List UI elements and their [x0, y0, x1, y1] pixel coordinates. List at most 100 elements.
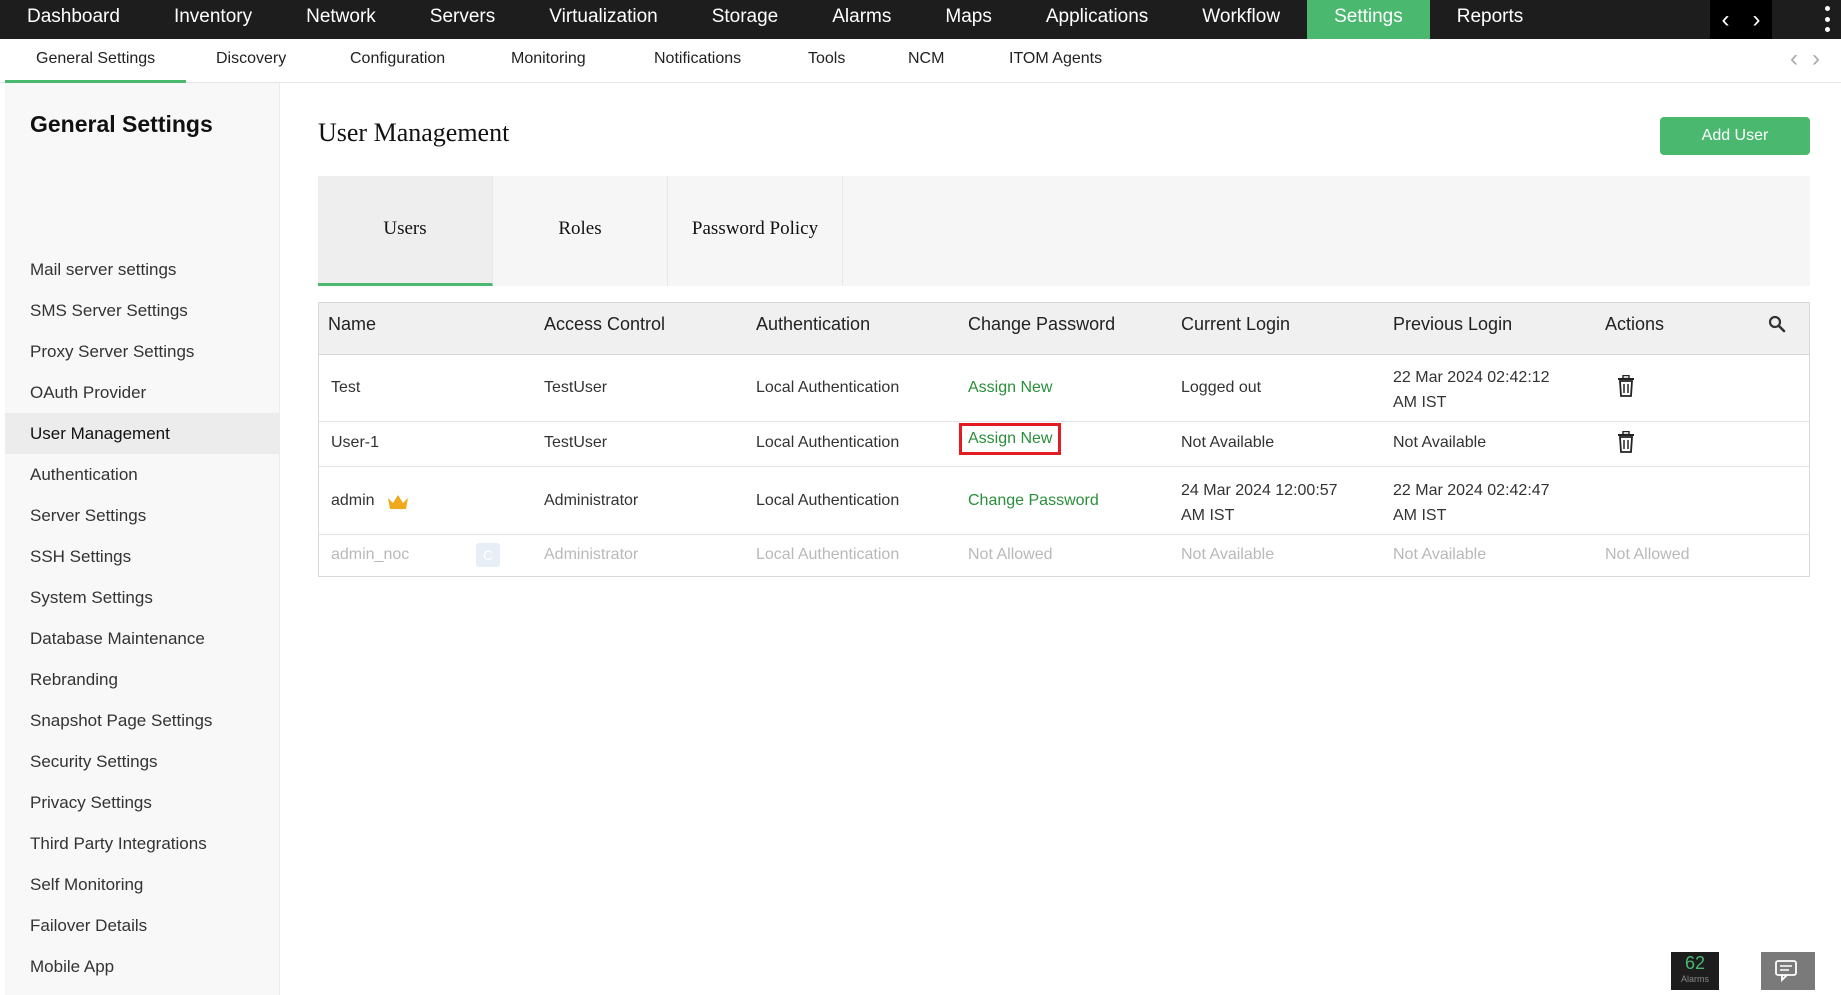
subnav-tools[interactable]: Tools: [808, 39, 845, 83]
sidebar-item-failover-details[interactable]: Failover Details: [5, 905, 280, 946]
table-row: admin_noc C Administrator Local Authenti…: [319, 535, 1809, 576]
subnav-ncm[interactable]: NCM: [908, 39, 944, 83]
topnav-servers[interactable]: Servers: [403, 0, 522, 39]
user-current-login: 24 Mar 2024 12:00:57 AM IST: [1181, 482, 1338, 524]
user-current-login: Logged out: [1181, 379, 1262, 396]
topnav-alarms[interactable]: Alarms: [805, 0, 918, 39]
subnav-general-settings[interactable]: General Settings: [5, 39, 187, 83]
column-header-actions: Actions: [1605, 314, 1665, 334]
user-previous-login: 22 Mar 2024 02:42:47 AM IST: [1393, 482, 1550, 524]
tab-roles[interactable]: Roles: [493, 176, 668, 286]
topnav-storage[interactable]: Storage: [685, 0, 806, 39]
alarm-count-badge[interactable]: 62 Alarms: [1671, 952, 1719, 990]
user-name: Test: [331, 379, 361, 396]
column-header-current-login[interactable]: Current Login: [1181, 303, 1290, 355]
user-authentication: Local Authentication: [756, 434, 900, 451]
tab-users[interactable]: Users: [318, 176, 493, 286]
crown-icon: [388, 495, 408, 509]
user-previous-login: Not Available: [1393, 434, 1487, 451]
user-access-control: TestUser: [544, 434, 608, 451]
user-authentication: Local Authentication: [756, 379, 900, 396]
topnav-dashboard[interactable]: Dashboard: [0, 0, 147, 39]
user-access-control: TestUser: [544, 379, 608, 396]
chevron-right-icon[interactable]: ›: [1812, 45, 1834, 72]
subnav-notifications[interactable]: Notifications: [654, 39, 741, 83]
sub-navigation: General Settings Discovery Configuration…: [0, 39, 1841, 83]
page-title: User Management: [318, 118, 510, 147]
user-name: admin_noc: [331, 546, 410, 563]
table-row: User-1 TestUser Local Authentication Ass…: [319, 422, 1809, 467]
user-name: admin: [331, 492, 375, 509]
change-password-link[interactable]: Change Password: [968, 492, 1099, 510]
sidebar-item-self-monitoring[interactable]: Self Monitoring: [5, 864, 280, 905]
sidebar-item-snapshot-page-settings[interactable]: Snapshot Page Settings: [5, 700, 280, 741]
search-icon[interactable]: [1767, 314, 1787, 334]
sidebar-item-user-management[interactable]: User Management: [5, 413, 280, 454]
sidebar-item-server-settings[interactable]: Server Settings: [5, 495, 280, 536]
column-header-authentication[interactable]: Authentication: [756, 303, 870, 355]
kebab-menu-icon[interactable]: [1822, 6, 1832, 32]
sidebar-item-third-party-integrations[interactable]: Third Party Integrations: [5, 823, 280, 864]
chevron-left-icon[interactable]: ‹: [1790, 45, 1812, 72]
chat-button[interactable]: [1761, 952, 1815, 990]
sidebar-item-proxy-server[interactable]: Proxy Server Settings: [5, 331, 280, 372]
topnav-maps[interactable]: Maps: [918, 0, 1018, 39]
table-row: Test TestUser Local Authentication Assig…: [319, 355, 1809, 422]
column-header-previous-login[interactable]: Previous Login: [1393, 303, 1512, 355]
sidebar-item-mail-server[interactable]: Mail server settings: [5, 249, 280, 290]
topnav-inventory[interactable]: Inventory: [147, 0, 279, 39]
sidebar-title: General Settings: [30, 111, 213, 137]
sidebar-item-security-settings[interactable]: Security Settings: [5, 741, 280, 782]
trash-icon[interactable]: [1616, 431, 1636, 453]
topnav-reports[interactable]: Reports: [1430, 0, 1551, 39]
topnav-virtualization[interactable]: Virtualization: [522, 0, 684, 39]
sidebar-item-rebranding[interactable]: Rebranding: [5, 659, 280, 700]
user-authentication: Local Authentication: [756, 492, 900, 509]
user-current-login: Not Available: [1181, 546, 1275, 563]
add-user-button[interactable]: Add User: [1660, 117, 1810, 155]
sidebar-item-oauth-provider[interactable]: OAuth Provider: [5, 372, 280, 413]
tab-bar: Users Roles Password Policy: [318, 176, 1810, 286]
column-header-access-control[interactable]: Access Control: [544, 303, 665, 355]
topnav-workflow[interactable]: Workflow: [1175, 0, 1307, 39]
sidebar-item-ssh-settings[interactable]: SSH Settings: [5, 536, 280, 577]
assign-new-password-link[interactable]: Assign New: [958, 423, 1062, 455]
users-table: Name Access Control Authentication Chang…: [318, 302, 1810, 577]
sidebar-item-privacy-settings[interactable]: Privacy Settings: [5, 782, 280, 823]
trash-icon[interactable]: [1616, 375, 1636, 397]
table-row: admin Administrator Local Authentication…: [319, 467, 1809, 535]
user-previous-login: 22 Mar 2024 02:42:12 AM IST: [1393, 369, 1550, 411]
subnav-itom-agents[interactable]: ITOM Agents: [1009, 39, 1102, 83]
column-header-change-password[interactable]: Change Password: [968, 303, 1115, 355]
assign-new-password-link[interactable]: Assign New: [968, 379, 1052, 397]
user-previous-login: Not Available: [1393, 546, 1487, 563]
alarm-count: 62: [1684, 953, 1706, 973]
sidebar-item-authentication[interactable]: Authentication: [5, 454, 280, 495]
chevron-left-icon[interactable]: ‹: [1722, 6, 1730, 34]
sidebar-item-mobile-app[interactable]: Mobile App: [5, 946, 280, 987]
topnav-settings[interactable]: Settings: [1307, 0, 1430, 39]
change-password-status: Not Allowed: [968, 546, 1053, 563]
subnav-configuration[interactable]: Configuration: [350, 39, 445, 83]
sidebar: General Settings Mail server settings SM…: [5, 83, 280, 995]
actions-status: Not Allowed: [1605, 546, 1690, 563]
user-badge: C: [476, 543, 500, 567]
user-access-control: Administrator: [544, 492, 639, 509]
subnav-discovery[interactable]: Discovery: [216, 39, 286, 83]
topnav-applications[interactable]: Applications: [1019, 0, 1175, 39]
topnav-network[interactable]: Network: [279, 0, 403, 39]
table-header: Name Access Control Authentication Chang…: [319, 303, 1809, 355]
user-access-control: Administrator: [544, 546, 639, 563]
topnav-scroll-arrows: ‹ ›: [1710, 0, 1772, 39]
chat-icon: [1775, 960, 1797, 983]
user-current-login: Not Available: [1181, 434, 1275, 451]
top-navigation: Dashboard Inventory Network Servers Virt…: [0, 0, 1841, 39]
sidebar-item-database-maintenance[interactable]: Database Maintenance: [5, 618, 280, 659]
column-header-name[interactable]: Name: [328, 303, 376, 355]
sidebar-item-sms-server[interactable]: SMS Server Settings: [5, 290, 280, 331]
sidebar-item-system-settings[interactable]: System Settings: [5, 577, 280, 618]
tab-password-policy[interactable]: Password Policy: [668, 176, 843, 286]
subnav-monitoring[interactable]: Monitoring: [511, 39, 586, 83]
chevron-right-icon[interactable]: ›: [1753, 6, 1761, 34]
user-authentication: Local Authentication: [756, 546, 900, 563]
